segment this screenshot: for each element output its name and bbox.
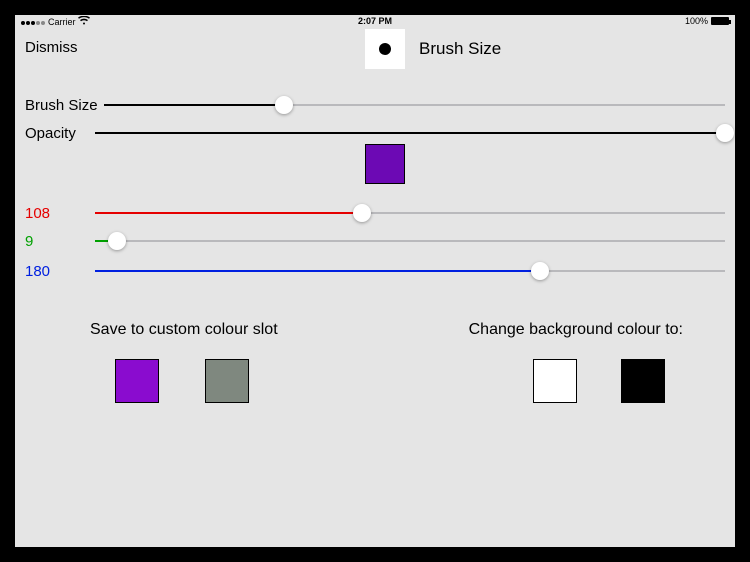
carrier-label: Carrier: [48, 17, 76, 27]
clock-label: 2:07 PM: [358, 16, 392, 26]
slider-thumb[interactable]: [716, 124, 734, 142]
dismiss-button[interactable]: Dismiss: [25, 39, 78, 56]
slider-thumb[interactable]: [275, 96, 293, 114]
opacity-label: Opacity: [25, 125, 89, 142]
custom-slot-1-button[interactable]: [115, 359, 159, 403]
color-preview-swatch: [365, 144, 405, 184]
red-row: 108: [25, 201, 725, 225]
brush-size-slider[interactable]: [104, 104, 725, 106]
green-slider[interactable]: [95, 240, 725, 242]
wifi-icon: [78, 16, 90, 28]
red-value-label: 108: [25, 205, 89, 222]
slider-thumb[interactable]: [531, 262, 549, 280]
bg-white-button[interactable]: [533, 359, 577, 403]
custom-slot-2-button[interactable]: [205, 359, 249, 403]
red-slider[interactable]: [95, 212, 725, 214]
battery-icon: [711, 17, 729, 25]
brush-preview-label: Brush Size: [419, 39, 501, 59]
blue-value-label: 180: [25, 263, 89, 280]
status-bar: Carrier 2:07 PM 100%: [15, 15, 735, 29]
opacity-row: Opacity: [25, 121, 725, 145]
save-slot-label: Save to custom colour slot: [90, 321, 278, 339]
green-row: 9: [25, 229, 725, 253]
signal-icon: [21, 17, 46, 27]
bg-color-label: Change background colour to:: [469, 321, 683, 339]
brush-size-label: Brush Size: [25, 97, 98, 114]
blue-slider[interactable]: [95, 270, 725, 272]
bg-black-button[interactable]: [621, 359, 665, 403]
slider-thumb[interactable]: [108, 232, 126, 250]
battery-pct-label: 100%: [685, 16, 708, 26]
brush-size-row: Brush Size: [25, 93, 725, 117]
green-value-label: 9: [25, 233, 89, 250]
blue-row: 180: [25, 259, 725, 283]
opacity-slider[interactable]: [95, 132, 725, 134]
settings-screen: Carrier 2:07 PM 100% Dismiss Brush Size …: [15, 15, 735, 547]
brush-preview-dot: [379, 43, 391, 55]
brush-preview-box: [365, 29, 405, 69]
slider-thumb[interactable]: [353, 204, 371, 222]
